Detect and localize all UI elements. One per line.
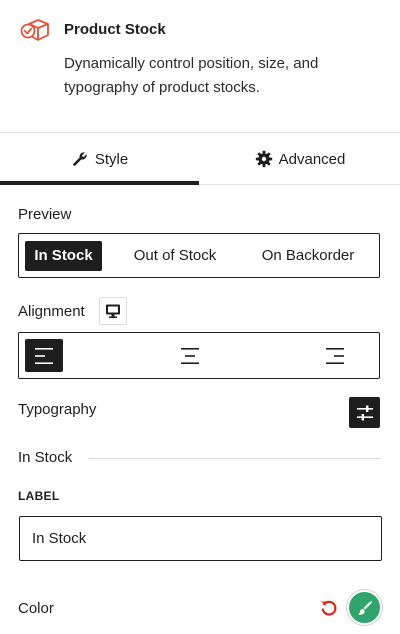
- section-heading: In Stock: [18, 449, 73, 466]
- preview-label: Preview: [18, 206, 72, 223]
- align-right-button[interactable]: [316, 339, 354, 372]
- label-text-input[interactable]: [19, 516, 382, 561]
- preview-option-in-stock[interactable]: In Stock: [25, 240, 102, 271]
- block-description: Dynamically control position, size, and …: [64, 55, 319, 96]
- align-left-button[interactable]: [25, 339, 63, 372]
- responsive-device-button[interactable]: [99, 297, 127, 325]
- typography-label: Typography: [18, 401, 97, 418]
- color-swatch[interactable]: [347, 590, 382, 625]
- gear-icon: [255, 150, 273, 168]
- label-field-caption: LABEL: [18, 489, 60, 503]
- inspector-tabs: Style Advanced: [0, 133, 400, 185]
- sliders-icon: [355, 403, 375, 423]
- alignment-label: Alignment: [18, 303, 85, 320]
- align-center-button[interactable]: [171, 339, 209, 372]
- color-label: Color: [18, 600, 54, 617]
- align-center-icon: [180, 346, 200, 366]
- tab-advanced-label: Advanced: [278, 150, 346, 168]
- preview-option-out-of-stock[interactable]: Out of Stock: [110, 241, 240, 271]
- reset-icon[interactable]: [318, 597, 340, 619]
- wrench-icon: [71, 150, 89, 168]
- preview-option-on-backorder[interactable]: On Backorder: [248, 241, 368, 271]
- tab-advanced[interactable]: Advanced: [200, 133, 400, 185]
- tab-style[interactable]: Style: [0, 133, 199, 185]
- preview-segmented-control: In Stock Out of Stock On Backorder: [18, 233, 380, 278]
- active-tab-indicator: [0, 181, 199, 185]
- desktop-icon: [105, 303, 121, 319]
- box-check-icon: [20, 18, 50, 44]
- alignment-button-group: [18, 332, 380, 379]
- tab-style-label: Style: [94, 150, 129, 168]
- block-title: Product Stock: [64, 21, 166, 38]
- align-left-icon: [34, 346, 54, 366]
- block-card-header: Product Stock Dynamically control positi…: [0, 0, 400, 133]
- align-right-icon: [325, 346, 345, 366]
- section-divider: [89, 458, 380, 459]
- typography-settings-button[interactable]: [349, 397, 380, 428]
- brush-icon: [356, 599, 374, 617]
